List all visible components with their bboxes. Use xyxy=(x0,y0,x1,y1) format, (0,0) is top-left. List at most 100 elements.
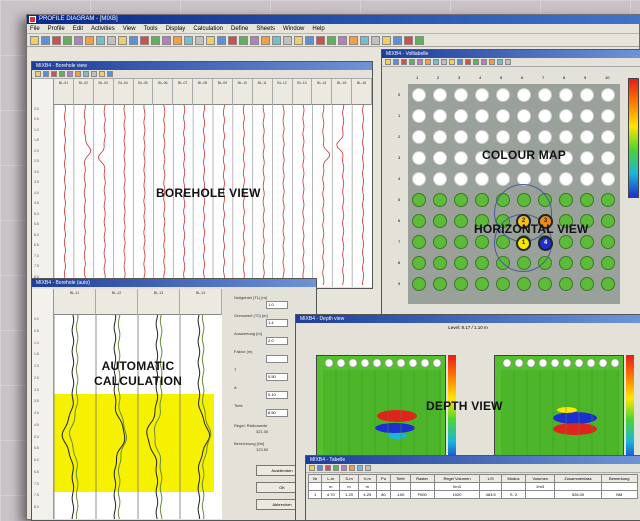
main-tool-button-22[interactable] xyxy=(272,36,281,45)
borehole-column-header[interactable]: BL-08 xyxy=(193,79,213,105)
table-tool-button-3[interactable] xyxy=(333,465,339,471)
main-tool-button-35[interactable] xyxy=(415,36,424,45)
table-header-cell[interactable]: Tiefe xyxy=(390,474,411,483)
map-grid-point[interactable] xyxy=(601,277,615,291)
borehole-column-header[interactable]: BL-06 xyxy=(153,79,174,105)
map-grid-point[interactable] xyxy=(580,256,594,270)
colourmap-tool-button-13[interactable] xyxy=(489,59,495,65)
map-grid-point[interactable] xyxy=(433,256,447,270)
autocalc-plot[interactable]: 0.0 0.5 1.0 1.5 2.0 2.5 3.0 3.5 4.0 4.5 5.0 5.5 6.0 6… xyxy=(32,289,222,519)
colourmap-tool-button-3[interactable] xyxy=(409,59,415,65)
map-grid-point[interactable] xyxy=(580,109,594,123)
menu-item-5[interactable]: Tools xyxy=(144,26,158,32)
table-cell[interactable]: -100 xyxy=(390,490,411,499)
table-cell[interactable]: F000 xyxy=(409,490,435,499)
main-tool-button-1[interactable] xyxy=(41,36,50,45)
map-grid-point[interactable] xyxy=(580,172,594,186)
main-tool-button-10[interactable] xyxy=(140,36,149,45)
autocalc-window[interactable]: MIXB4 - Borehole (auto) 0.0 0.5 1.0 1.5 2.0 2… xyxy=(31,278,317,521)
map-grid-point[interactable] xyxy=(454,193,468,207)
main-tool-button-21[interactable] xyxy=(261,36,270,45)
table-cell[interactable]: NM xyxy=(600,490,639,499)
main-tool-button-20[interactable] xyxy=(250,36,259,45)
param-input[interactable]: 0.10 xyxy=(266,391,288,399)
map-grid-point[interactable] xyxy=(601,214,615,228)
map-grid-point[interactable] xyxy=(433,151,447,165)
autocalc-column-header[interactable]: BL-12 xyxy=(96,289,138,315)
menu-item-4[interactable]: View xyxy=(123,26,136,32)
map-grid-point[interactable] xyxy=(454,151,468,165)
table-cell[interactable]: 1.20 xyxy=(339,490,359,499)
table-header-cell[interactable]: Pu xyxy=(375,474,392,483)
colourmap-tool-button-1[interactable] xyxy=(393,59,399,65)
map-grid-point[interactable] xyxy=(433,88,447,102)
param-input[interactable]: 1.4 xyxy=(266,319,288,327)
colourmap-tool-button-2[interactable] xyxy=(401,59,407,65)
map-grid-point[interactable] xyxy=(580,151,594,165)
map-grid-point[interactable] xyxy=(580,235,594,249)
borehole-tool-button-3[interactable] xyxy=(59,71,65,77)
table-header-cell[interactable]: S-m xyxy=(339,474,359,483)
borehole-tool-button-9[interactable] xyxy=(107,71,113,77)
table-cell[interactable]: 1020 xyxy=(433,490,481,499)
map-grid-point[interactable] xyxy=(517,130,531,144)
map-grid-point[interactable] xyxy=(454,256,468,270)
table-cell[interactable]: S. 2 xyxy=(500,490,527,499)
selected-point[interactable]: 1 xyxy=(516,236,531,251)
table-cell[interactable]: 80 xyxy=(375,490,392,499)
map-grid-point[interactable] xyxy=(412,256,426,270)
colourmap-tool-button-5[interactable] xyxy=(425,59,431,65)
map-grid-point[interactable] xyxy=(601,151,615,165)
main-tool-button-28[interactable] xyxy=(338,36,347,45)
borehole-column-header[interactable]: BL-02 xyxy=(74,79,94,105)
param-input[interactable]: 8.50 xyxy=(266,409,288,417)
map-grid-point[interactable] xyxy=(496,277,510,291)
borehole-column-header[interactable]: BL-15 xyxy=(332,79,353,105)
map-grid-point[interactable] xyxy=(433,130,447,144)
borehole-tool-button-1[interactable] xyxy=(43,71,49,77)
main-tool-button-14[interactable] xyxy=(184,36,193,45)
param-input[interactable]: 0.50 xyxy=(266,373,288,381)
autocalc-column-header[interactable]: BL-13 xyxy=(138,289,180,315)
main-tool-button-32[interactable] xyxy=(382,36,391,45)
borehole-column-header[interactable]: BL-14 xyxy=(312,79,333,105)
map-grid-point[interactable] xyxy=(496,88,510,102)
table-cell[interactable]: 526.00 xyxy=(554,490,602,499)
map-grid-point[interactable] xyxy=(559,130,573,144)
main-tool-button-23[interactable] xyxy=(283,36,292,45)
table-row[interactable]: 1 4.70 1.20 4.25 80 -100 F000 1020 463.5 S. 2 526.… xyxy=(307,490,639,499)
main-tool-button-11[interactable] xyxy=(151,36,160,45)
main-tool-button-30[interactable] xyxy=(360,36,369,45)
map-grid-point[interactable] xyxy=(454,130,468,144)
table-tool-button-6[interactable] xyxy=(357,465,363,471)
menu-item-7[interactable]: Calculation xyxy=(193,26,223,32)
menu-item-11[interactable]: Help xyxy=(312,26,324,32)
borehole-column-header[interactable]: BL-03 xyxy=(94,79,114,105)
menu-item-8[interactable]: Define xyxy=(231,26,248,32)
main-tool-button-26[interactable] xyxy=(316,36,325,45)
table-tool-button-2[interactable] xyxy=(325,465,331,471)
main-tool-button-33[interactable] xyxy=(393,36,402,45)
borehole-column-header[interactable]: BL-09 xyxy=(213,79,233,105)
colourmap-tool-button-14[interactable] xyxy=(497,59,503,65)
map-grid-point[interactable] xyxy=(559,88,573,102)
map-grid-point[interactable] xyxy=(538,88,552,102)
colourmap-tool-button-7[interactable] xyxy=(441,59,447,65)
table-cell[interactable] xyxy=(525,490,556,499)
map-grid-point[interactable] xyxy=(601,130,615,144)
table-header-cell[interactable]: V-m xyxy=(357,474,377,483)
param-input[interactable]: 1.0 xyxy=(266,301,288,309)
table-header-cell[interactable]: Modus xyxy=(500,474,527,483)
colourmap-tool-button-6[interactable] xyxy=(433,59,439,65)
map-grid-point[interactable] xyxy=(433,214,447,228)
map-grid-point[interactable] xyxy=(559,172,573,186)
map-grid-point[interactable] xyxy=(580,193,594,207)
map-grid-point[interactable] xyxy=(517,109,531,123)
table-header-cell[interactable]: Bemerkung xyxy=(600,474,639,483)
table-cell[interactable]: 463.5 xyxy=(479,490,502,499)
borehole-window[interactable]: MIXB4 - Borehole view 0.0 0.5 1.0 1.5 2.0 2.5… xyxy=(31,61,373,289)
main-tool-button-6[interactable] xyxy=(96,36,105,45)
menu-item-6[interactable]: Display xyxy=(166,26,186,32)
borehole-column-header[interactable]: BL-01 xyxy=(54,79,74,105)
table-cell[interactable]: 4.25 xyxy=(357,490,377,499)
